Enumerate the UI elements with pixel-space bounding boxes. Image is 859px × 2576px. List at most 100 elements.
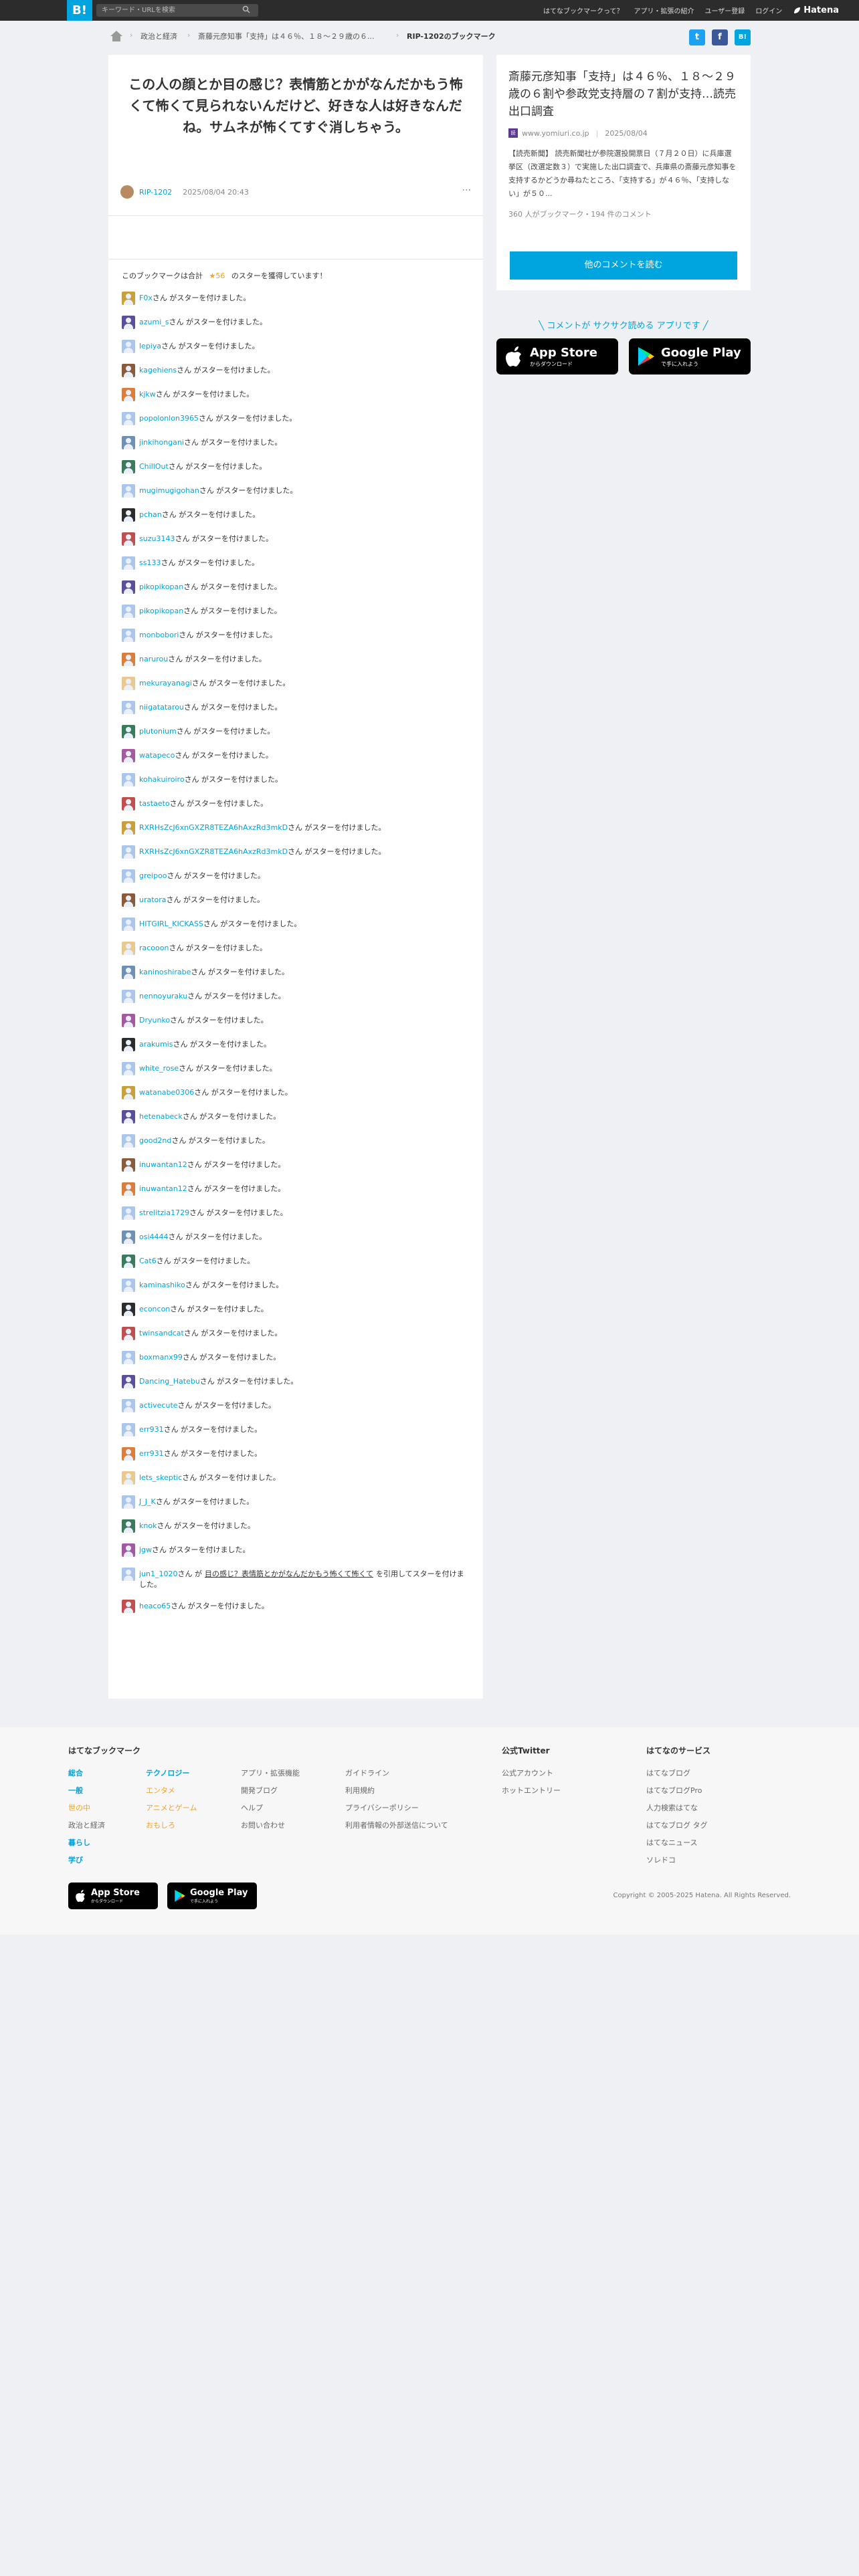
footer-link[interactable]: エンタメ xyxy=(146,1782,197,1800)
avatar[interactable] xyxy=(122,1423,135,1436)
star-user-name[interactable]: jgw xyxy=(139,1545,152,1554)
avatar[interactable] xyxy=(122,677,135,690)
breadcrumb-entry[interactable]: 斎藤元彦知事「支持」は４６％、１８～２９歳の６... xyxy=(198,31,375,41)
avatar[interactable] xyxy=(122,508,135,522)
footer-link[interactable]: 政治と経済 xyxy=(68,1817,105,1834)
star-user-name[interactable]: Dancing_Hatebu xyxy=(139,1377,200,1386)
avatar[interactable] xyxy=(122,1255,135,1268)
footer-link[interactable]: テクノロジー xyxy=(146,1765,197,1782)
author-name[interactable]: RIP-1202 xyxy=(139,188,172,197)
star-user-name[interactable]: kohakuiroiro xyxy=(139,775,185,784)
avatar[interactable] xyxy=(122,797,135,811)
avatar[interactable] xyxy=(122,605,135,618)
avatar[interactable] xyxy=(122,773,135,786)
avatar[interactable] xyxy=(122,1327,135,1340)
star-user-name[interactable]: kjkw xyxy=(139,390,156,399)
avatar[interactable] xyxy=(122,436,135,449)
star-user-name[interactable]: econcon xyxy=(139,1305,170,1313)
avatar[interactable] xyxy=(122,556,135,570)
star-user-name[interactable]: activecute xyxy=(139,1401,178,1410)
star-user-name[interactable]: narurou xyxy=(139,655,168,663)
star-user-name[interactable]: osi4444 xyxy=(139,1232,169,1241)
hatena-share-button[interactable]: B! xyxy=(735,29,751,45)
entry-source[interactable]: www.yomiuri.co.jp xyxy=(522,129,589,138)
star-user-name[interactable]: err931 xyxy=(139,1425,164,1434)
avatar[interactable] xyxy=(122,942,135,955)
star-user-name[interactable]: greipoo xyxy=(139,871,167,880)
avatar[interactable] xyxy=(122,580,135,594)
footer-link[interactable]: アニメとゲーム xyxy=(146,1800,197,1817)
more-options-button[interactable]: ··· xyxy=(462,185,471,196)
footer-link[interactable]: 総合 xyxy=(68,1765,105,1782)
star-user-name[interactable]: twinsandcat xyxy=(139,1329,184,1337)
footer-link[interactable]: ヘルプ xyxy=(241,1800,300,1817)
hatena-bookmark-logo[interactable]: B! xyxy=(67,0,92,21)
star-user-name[interactable]: niigatatarou xyxy=(139,703,184,712)
avatar[interactable] xyxy=(122,1543,135,1557)
avatar[interactable] xyxy=(122,340,135,353)
avatar[interactable] xyxy=(122,749,135,762)
avatar[interactable] xyxy=(122,701,135,714)
avatar[interactable] xyxy=(122,1206,135,1220)
star-user-name[interactable]: HITGIRL_KICKASS xyxy=(139,920,203,928)
footer-link[interactable]: ガイドライン xyxy=(345,1765,448,1782)
star-user-name[interactable]: arakumis xyxy=(139,1040,173,1049)
star-user-name[interactable]: kaninoshirabe xyxy=(139,968,191,976)
footer-link[interactable]: 学び xyxy=(68,1852,105,1869)
footer-link[interactable]: 利用者情報の外部送信について xyxy=(345,1817,448,1834)
star-user-name[interactable]: ChillOut xyxy=(139,462,169,471)
avatar[interactable] xyxy=(122,1134,135,1148)
star-user-name[interactable]: jinkihongani xyxy=(139,438,184,447)
avatar[interactable] xyxy=(120,185,134,199)
footer-link[interactable]: おもしろ xyxy=(146,1817,197,1834)
avatar[interactable] xyxy=(122,1158,135,1172)
avatar[interactable] xyxy=(122,484,135,498)
nav-register[interactable]: ユーザー登録 xyxy=(704,5,745,15)
avatar[interactable] xyxy=(122,532,135,546)
star-user-name[interactable]: racooon xyxy=(139,944,169,952)
nav-login[interactable]: ログイン xyxy=(755,5,782,15)
footer-link[interactable]: ソレドコ xyxy=(646,1852,708,1869)
star-user-name[interactable]: suzu3143 xyxy=(139,534,175,543)
star-user-name[interactable]: watapeco xyxy=(139,751,175,760)
avatar[interactable] xyxy=(122,316,135,329)
search-input[interactable]: キーワード・URLを検索 xyxy=(96,4,258,17)
footer-link[interactable]: 暮らし xyxy=(68,1834,105,1852)
star-user-name[interactable]: pchan xyxy=(139,510,162,519)
twitter-share-button[interactable]: t xyxy=(689,29,705,45)
star-user-name[interactable]: Dryunko xyxy=(139,1016,170,1025)
entry-stats[interactable]: 360 人がブックマーク・194 件のコメント xyxy=(508,209,739,219)
avatar[interactable] xyxy=(122,893,135,907)
avatar[interactable] xyxy=(122,1062,135,1075)
avatar[interactable] xyxy=(122,1375,135,1388)
avatar[interactable] xyxy=(122,869,135,883)
search-icon[interactable] xyxy=(242,5,250,13)
star-user-name[interactable]: uratora xyxy=(139,895,167,904)
star-user-name[interactable]: monbobori xyxy=(139,631,179,639)
google-play-badge[interactable]: Google Play で手に入れよう xyxy=(629,338,751,374)
hatena-brand[interactable]: Hatena xyxy=(793,5,839,15)
avatar[interactable] xyxy=(122,1519,135,1533)
star-user-name[interactable]: kaminashiko xyxy=(139,1281,185,1289)
star-user-name[interactable]: J_J_K xyxy=(139,1497,156,1506)
avatar[interactable] xyxy=(122,918,135,931)
footer-link[interactable]: アプリ・拡張機能 xyxy=(241,1765,300,1782)
footer-link[interactable]: お問い合わせ xyxy=(241,1817,300,1834)
star-user-name[interactable]: RXRHsZcJ6xnGXZR8TEZA6hAxzRd3mkD xyxy=(139,823,288,832)
footer-link[interactable]: はてなブログ タグ xyxy=(646,1817,708,1834)
avatar[interactable] xyxy=(122,1568,135,1581)
avatar[interactable] xyxy=(122,1230,135,1244)
footer-link[interactable]: 世の中 xyxy=(68,1800,105,1817)
star-user-name[interactable]: popolonlon3965 xyxy=(139,414,199,423)
star-user-name[interactable]: inuwantan12 xyxy=(139,1160,187,1169)
footer-app-store-badge[interactable]: App Store からダウンロード xyxy=(68,1883,158,1909)
star-user-name[interactable]: err931 xyxy=(139,1449,164,1458)
star-user-name[interactable]: inuwantan12 xyxy=(139,1184,187,1193)
footer-link[interactable]: 利用規約 xyxy=(345,1782,448,1800)
avatar[interactable] xyxy=(122,1495,135,1509)
star-user-name[interactable]: lepiya xyxy=(139,342,161,350)
avatar[interactable] xyxy=(122,629,135,642)
avatar[interactable] xyxy=(122,412,135,425)
avatar[interactable] xyxy=(122,1086,135,1099)
nav-about[interactable]: はてなブックマークって？ xyxy=(543,5,624,15)
